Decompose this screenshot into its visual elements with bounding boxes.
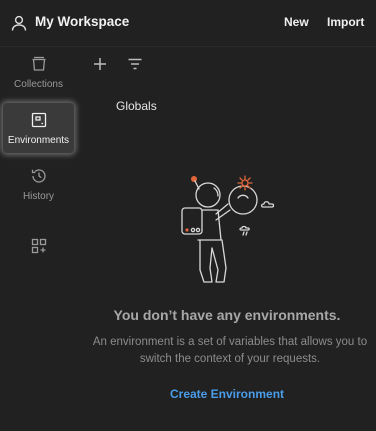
filter-icon[interactable] <box>126 55 144 73</box>
sidebar-item-collections[interactable]: Collections <box>3 47 74 97</box>
collections-icon <box>30 55 48 73</box>
workspace-title[interactable]: My Workspace <box>35 14 129 29</box>
environments-icon <box>30 111 48 129</box>
workspace-header: My Workspace New Import <box>0 0 376 46</box>
sidebar-item-label: History <box>22 191 55 202</box>
user-icon <box>10 14 28 32</box>
sidebar-item-label: Collections <box>14 79 63 90</box>
sidebar: Collections Environments History <box>0 47 78 431</box>
empty-state-title: You don’t have any environments. <box>113 307 341 323</box>
empty-state-description: An environment is a set of variables tha… <box>92 336 368 365</box>
history-icon <box>30 167 48 185</box>
import-button[interactable]: Import <box>327 15 364 29</box>
new-button[interactable]: New <box>284 15 309 29</box>
globals-item[interactable]: Globals <box>116 99 157 113</box>
astronaut-illustration <box>168 168 280 290</box>
plus-icon[interactable] <box>91 55 109 73</box>
configure-workbench-icon <box>30 237 48 255</box>
sidebar-item-history[interactable]: History <box>3 159 74 209</box>
sidebar-item-configure[interactable] <box>3 233 74 263</box>
sidebar-item-label: Environments <box>7 135 70 146</box>
create-environment-link[interactable]: Create Environment <box>78 387 376 401</box>
sidebar-item-environments[interactable]: Environments <box>3 103 74 153</box>
